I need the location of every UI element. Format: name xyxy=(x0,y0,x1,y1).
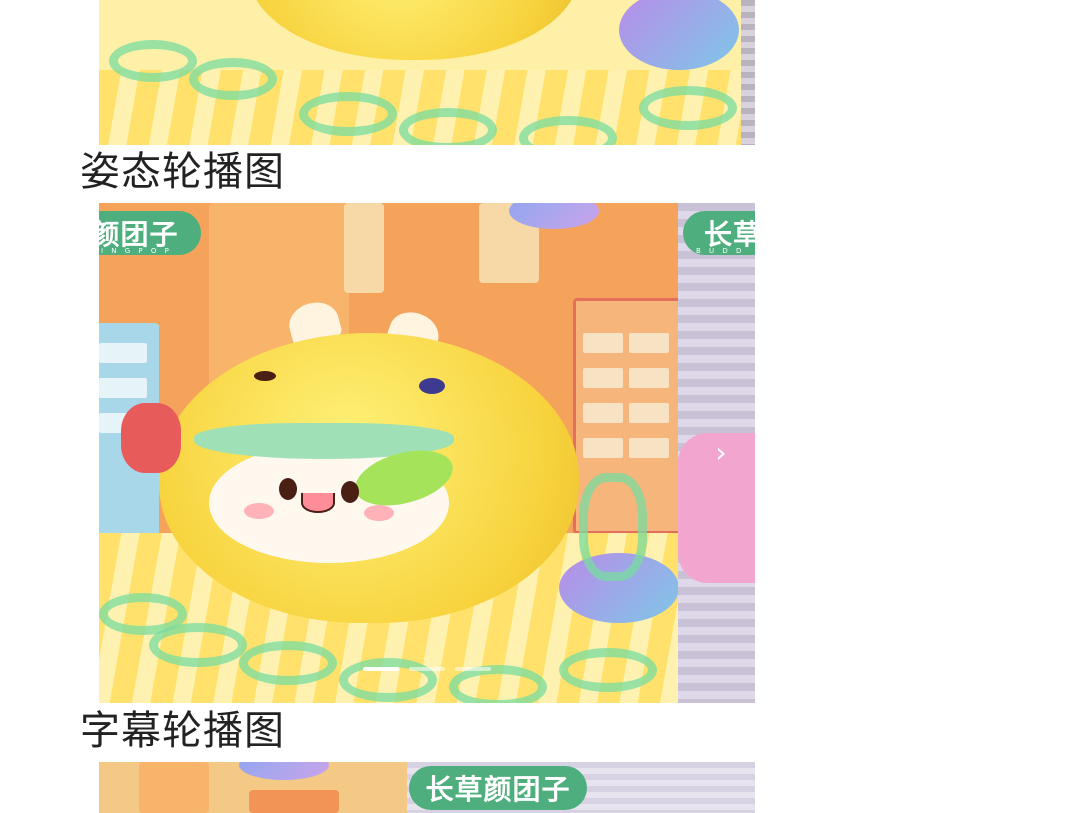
carousel-next-arrow[interactable]: › xyxy=(709,438,733,468)
brand-logo-text: 长草颜团子 xyxy=(425,773,571,806)
dragon-eye xyxy=(254,371,276,381)
section-title-pose-carousel: 姿态轮播图 xyxy=(80,149,285,195)
slide-image-plush-bag xyxy=(99,0,741,145)
window xyxy=(583,368,623,388)
chain-link xyxy=(239,641,337,685)
face-cheek xyxy=(244,503,274,519)
window xyxy=(99,343,147,363)
carousel-indicators xyxy=(363,667,491,671)
window xyxy=(629,333,669,353)
window xyxy=(629,438,669,458)
window xyxy=(583,403,623,423)
chain-link xyxy=(189,58,277,100)
slide-image-plush-bag: 颜团子 I N G P O P xyxy=(99,203,678,703)
window xyxy=(99,378,147,398)
chain-link xyxy=(639,86,737,130)
chain-link xyxy=(109,40,197,82)
section-title-caption-carousel: 字幕轮播图 xyxy=(80,708,285,754)
face-mouth xyxy=(301,493,335,513)
building xyxy=(249,790,339,813)
face-eye xyxy=(279,478,297,500)
face-eye xyxy=(341,481,359,503)
brand-logo-sub: B U D D xyxy=(696,247,745,255)
chain-link xyxy=(339,658,437,702)
building xyxy=(139,762,209,813)
slide-image-city xyxy=(99,762,407,813)
face-cheek xyxy=(364,505,394,521)
carousel-caption[interactable]: 长草颜团子 xyxy=(99,762,755,813)
chain-link xyxy=(149,623,247,667)
carousel-indicator[interactable] xyxy=(363,667,399,671)
carousel-top[interactable] xyxy=(99,0,755,145)
slide-image-blanket: 长草颜团子 xyxy=(407,762,755,813)
chain-link xyxy=(579,473,647,581)
brand-logo-sub: I N G P O P xyxy=(101,247,172,255)
chain-link xyxy=(399,108,497,145)
window xyxy=(629,403,669,423)
window xyxy=(583,438,623,458)
brand-logo: 长草颜团子 xyxy=(409,766,587,810)
macaron-decoration xyxy=(239,762,329,780)
page: 姿态轮播图 颜团子 I N G P O P 长草 B U D D › 字幕轮播图… xyxy=(0,0,1090,813)
chain-link xyxy=(559,648,657,692)
charm-pendant xyxy=(619,0,739,70)
window xyxy=(629,368,669,388)
window xyxy=(583,333,623,353)
chain-link xyxy=(299,92,397,136)
carousel-indicator[interactable] xyxy=(409,667,445,671)
building-top xyxy=(344,203,384,293)
plush-body xyxy=(249,0,579,60)
carousel-pose[interactable]: 颜团子 I N G P O P 长草 B U D D › xyxy=(99,203,755,703)
carousel-indicator[interactable] xyxy=(455,667,491,671)
apple-charm xyxy=(121,403,181,473)
dragon-eye xyxy=(419,378,445,394)
slide-image-next-peek xyxy=(741,0,755,145)
